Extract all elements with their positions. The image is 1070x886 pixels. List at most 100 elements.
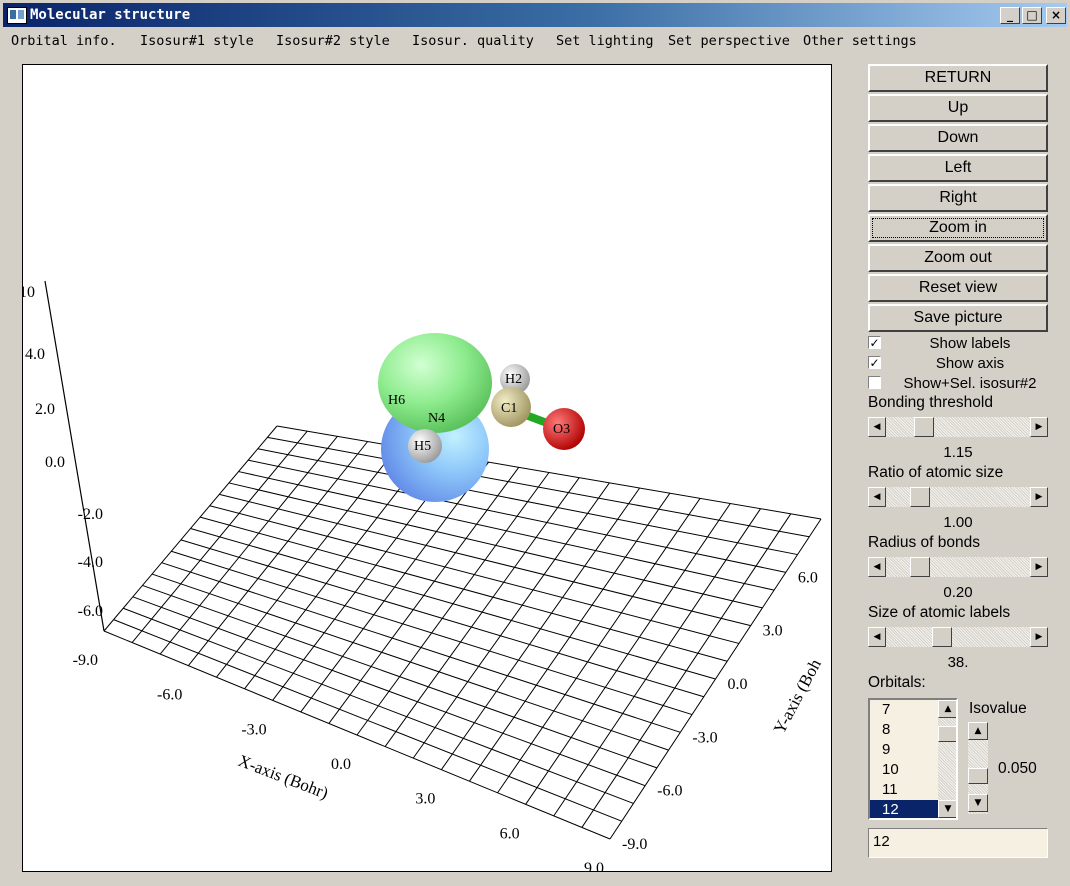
bonding-threshold-label: Bonding threshold (868, 394, 993, 411)
z-tick-label: -2.0 (78, 506, 103, 523)
slider-right-arrow-icon[interactable]: ▶ (1030, 487, 1048, 507)
scroll-up-arrow-icon[interactable]: ▲ (938, 700, 956, 718)
grid-line (553, 508, 761, 817)
atomic-size-ratio-label: Ratio of atomic size (868, 464, 1004, 481)
grid-line (199, 516, 728, 662)
y-tick-label: -3.0 (692, 729, 717, 746)
grid-line (228, 482, 763, 609)
show-axis-checkbox[interactable]: ✓ Show axis (868, 355, 1048, 373)
grid-line (267, 436, 810, 538)
z-tick-label: -6.0 (78, 603, 103, 620)
left-button[interactable]: Left (868, 154, 1048, 182)
grid-line (238, 471, 775, 591)
molecule-scene: -9.0 -6.0 -3.0 0.0 3.0 6.0 9.0 -9.0 -6.0 -3.0 0.0 3… (23, 280, 825, 871)
slider-left-arrow-icon[interactable]: ◀ (868, 417, 886, 437)
scroll-down-arrow-icon[interactable]: ▼ (968, 794, 988, 812)
z-tick-label: 4.0 (25, 346, 45, 363)
show-axis-check[interactable]: ✓ (868, 356, 881, 369)
menu-isosur-quality[interactable]: Isosur. quality (412, 33, 534, 49)
orbital-item-selected[interactable]: 12 (870, 800, 938, 818)
bond-radius-slider[interactable]: ◀ ▶ (868, 557, 1048, 577)
scroll-thumb[interactable] (968, 768, 988, 784)
menu-bar: Orbital info. Isosur#1 style Isosur#2 st… (0, 30, 1070, 52)
atomic-label-size-value: 38. (947, 654, 969, 671)
y-tick-label: 3.0 (763, 623, 783, 640)
y-tick-label: -9.0 (622, 836, 647, 853)
x-tick-label: 6.0 (500, 825, 520, 842)
isovalue-label: Isovalue (969, 700, 1027, 717)
show-axis-label: Show axis (935, 355, 1005, 372)
orbital-item[interactable]: 8 (870, 720, 938, 740)
zoom-out-button[interactable]: Zoom out (868, 244, 1048, 272)
orbital-item[interactable]: 10 (870, 760, 938, 780)
right-button[interactable]: Right (868, 184, 1048, 212)
atomic-label-size-slider[interactable]: ◀ ▶ (868, 627, 1048, 647)
atomic-size-ratio-value: 1.00 (943, 514, 973, 531)
y-tick-label: -6.0 (657, 783, 682, 800)
orbital-item[interactable]: 11 (870, 780, 938, 800)
x-tick-label: -3.0 (241, 721, 266, 738)
atomic-size-ratio-slider[interactable]: ◀ ▶ (868, 487, 1048, 507)
show-isosur2-check[interactable] (868, 376, 881, 389)
x-axis-label: X-axis (Bohr) (236, 751, 331, 803)
x-tick-label: 0.0 (331, 756, 351, 773)
slider-right-arrow-icon[interactable]: ▶ (1030, 557, 1048, 577)
scroll-up-arrow-icon[interactable]: ▲ (968, 722, 988, 740)
atom-label-o3: O3 (553, 422, 570, 437)
orbital-list[interactable]: 7 8 9 10 11 12 ▲ ▼ (868, 698, 958, 820)
grid-line (248, 459, 786, 573)
orbital-item[interactable]: 7 (870, 700, 938, 720)
menu-set-perspective[interactable]: Set perspective (668, 33, 790, 49)
show-labels-checkbox[interactable]: ✓ Show labels (868, 335, 1048, 353)
reset-view-button[interactable]: Reset view (868, 274, 1048, 302)
bonding-threshold-slider[interactable]: ◀ ▶ (868, 417, 1048, 437)
y-axis-label: Y-axis (Boh (770, 655, 825, 736)
menu-isosur1-style[interactable]: Isosur#1 style (140, 33, 254, 49)
menu-other-settings[interactable]: Other settings (803, 33, 917, 49)
slider-thumb[interactable] (932, 627, 952, 647)
orbital-item[interactable]: 9 (870, 740, 938, 760)
slider-right-arrow-icon[interactable]: ▶ (1030, 417, 1048, 437)
bond-radius-label: Radius of bonds (868, 534, 981, 551)
menu-orbital-info[interactable]: Orbital info. (11, 33, 117, 49)
up-button[interactable]: Up (868, 94, 1048, 122)
maximize-button[interactable]: □ (1022, 7, 1042, 24)
down-button[interactable]: Down (868, 124, 1048, 152)
molecule-viewport[interactable]: -9.0 -6.0 -3.0 0.0 3.0 6.0 9.0 -9.0 -6.0 -3.0 0.0 3… (22, 64, 832, 872)
y-tick-label: 6.0 (798, 569, 818, 586)
zoom-in-button[interactable]: Zoom in (868, 214, 1048, 242)
return-button[interactable]: RETURN (868, 64, 1048, 92)
scroll-down-arrow-icon[interactable]: ▼ (938, 800, 956, 818)
slider-left-arrow-icon[interactable]: ◀ (868, 627, 886, 647)
slider-left-arrow-icon[interactable]: ◀ (868, 487, 886, 507)
atomic-label-size-label: Size of atomic labels (868, 604, 1011, 621)
slider-thumb[interactable] (914, 417, 934, 437)
atom-label-h6: H6 (388, 393, 405, 408)
minimize-button[interactable]: _ (1000, 7, 1020, 24)
menu-isosur2-style[interactable]: Isosur#2 style (276, 33, 390, 49)
orbitals-label: Orbitals: (868, 674, 926, 691)
save-picture-button[interactable]: Save picture (868, 304, 1048, 332)
atom-label-h5: H5 (414, 439, 431, 454)
y-tick-label: 0.0 (728, 676, 748, 693)
slider-left-arrow-icon[interactable]: ◀ (868, 557, 886, 577)
show-labels-check[interactable]: ✓ (868, 336, 881, 349)
slider-right-arrow-icon[interactable]: ▶ (1030, 627, 1048, 647)
isovalue-scrollbar[interactable]: ▲ ▼ (968, 722, 988, 814)
slider-thumb[interactable] (910, 487, 930, 507)
show-isosur2-checkbox[interactable]: Show+Sel. isosur#2 (868, 375, 1048, 393)
bonding-threshold-value: 1.15 (943, 444, 973, 461)
slider-thumb[interactable] (910, 557, 930, 577)
app-icon (7, 7, 27, 24)
z-tick-label: 2.0 (35, 401, 55, 418)
x-tick-label: -6.0 (157, 687, 182, 704)
grid-line (609, 518, 822, 840)
show-labels-label: Show labels (929, 335, 1011, 352)
menu-set-lighting[interactable]: Set lighting (556, 33, 654, 49)
isovalue-value: 0.050 (998, 760, 1037, 777)
close-button[interactable]: × (1046, 7, 1066, 24)
scroll-thumb[interactable] (938, 726, 956, 742)
x-tick-label: 3.0 (415, 791, 435, 808)
orbital-input[interactable]: 12 (868, 828, 1048, 858)
orbital-list-scrollbar[interactable]: ▲ ▼ (938, 700, 956, 818)
